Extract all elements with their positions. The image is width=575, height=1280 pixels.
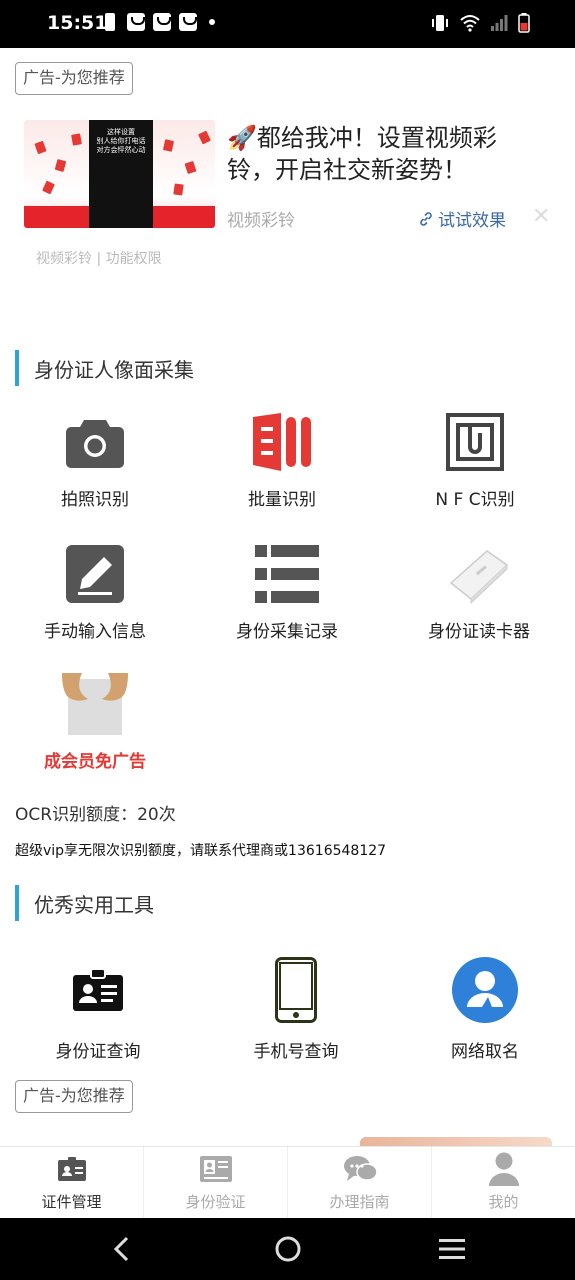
- bag-icon: [153, 13, 171, 31]
- grid-item-label: 身份采集记录: [236, 622, 338, 642]
- ad-image-caption: 这样设置 别人给你打电话 对方会怦然心动: [96, 128, 146, 154]
- status-time: 15:51: [47, 12, 108, 34]
- grid-item-nfc-recognition[interactable]: N F C识别: [380, 411, 570, 510]
- bag-icon: [179, 13, 197, 31]
- grid-item-label: 身份证查询: [55, 1042, 141, 1062]
- ad-image[interactable]: 这样设置 别人给你打电话 对方会怦然心动: [24, 120, 215, 228]
- ad-meta: 视频彩铃 | 功能权限: [36, 251, 162, 267]
- back-icon[interactable]: [110, 1235, 134, 1263]
- red-envelope-icon: [71, 133, 82, 146]
- red-envelope-icon: [34, 140, 47, 155]
- grid-item-label: 批量识别: [248, 490, 316, 510]
- wifi-icon: [460, 15, 480, 32]
- id-card-icon: [73, 969, 123, 1011]
- alert-icon: [105, 13, 115, 31]
- ad-phone-mockup: 这样设置 别人给你打电话 对方会怦然心动: [89, 120, 153, 228]
- grid-item-label: 手动输入信息: [44, 622, 146, 642]
- batch-icon: [253, 413, 311, 471]
- section-title: 优秀实用工具: [34, 892, 154, 917]
- bottom-tab-bar: 证件管理 身份验证 办理指南 我的: [0, 1146, 575, 1218]
- grid-item-label: N F C识别: [435, 490, 515, 510]
- tab-label: 证件管理: [41, 1193, 102, 1211]
- notification-icons: [105, 13, 215, 31]
- system-nav-bar: [0, 1218, 575, 1280]
- bag-icon: [127, 13, 145, 31]
- tab-document-management[interactable]: 证件管理: [0, 1147, 144, 1218]
- red-envelope-icon: [162, 139, 175, 152]
- phone-icon: [275, 957, 317, 1023]
- user-circle-icon: [452, 957, 518, 1023]
- grid-item-label: 成会员免广告: [44, 752, 146, 772]
- section-accent-bar: [15, 885, 19, 921]
- more-dot-icon: [209, 19, 215, 25]
- signal-icon: [491, 15, 508, 31]
- tab-label: 办理指南: [329, 1193, 390, 1211]
- red-envelope-icon: [198, 130, 211, 145]
- document-icon: [57, 1157, 86, 1181]
- grid-item-id-query[interactable]: 身份证查询: [3, 959, 193, 1062]
- section-accent-bar: [15, 350, 19, 386]
- ad-try-link[interactable]: 试试效果: [418, 206, 506, 231]
- section-header-tools: 优秀实用工具: [15, 885, 154, 921]
- grid-item-vip-no-ads[interactable]: 成会员免广告: [0, 673, 190, 772]
- nfc-icon: [446, 413, 504, 471]
- edit-icon: [66, 545, 124, 603]
- grid-item-label: 身份证读卡器: [428, 622, 530, 642]
- recents-menu-icon[interactable]: [438, 1237, 466, 1261]
- grid-item-batch-recognition[interactable]: 批量识别: [187, 411, 377, 510]
- tab-label: 我的: [488, 1193, 519, 1211]
- grid-item-label: 手机号查询: [253, 1042, 339, 1062]
- ad-tag: 广告-为您推荐: [15, 1080, 133, 1113]
- tab-label: 身份验证: [185, 1193, 246, 1211]
- id-verify-icon: [199, 1156, 232, 1182]
- card-reader-icon: [449, 550, 509, 605]
- grid-item-card-reader[interactable]: 身份证读卡器: [384, 543, 574, 642]
- ad-link-label: 试试效果: [438, 211, 506, 231]
- profile-icon: [488, 1152, 519, 1186]
- red-envelope-icon: [54, 159, 67, 172]
- grid-item-capture-records[interactable]: 身份采集记录: [192, 543, 382, 642]
- grid-item-photo-recognition[interactable]: 拍照识别: [0, 411, 190, 510]
- grid-item-manual-input[interactable]: 手动输入信息: [0, 543, 190, 642]
- camera-icon: [66, 420, 124, 468]
- grid-item-label: 拍照识别: [61, 490, 129, 510]
- list-icon: [255, 545, 319, 603]
- grid-item-phone-query[interactable]: 手机号查询: [201, 957, 391, 1062]
- ad-close-icon[interactable]: ✕: [532, 204, 550, 229]
- tab-mine[interactable]: 我的: [432, 1147, 575, 1218]
- grid-item-online-naming[interactable]: 网络取名: [390, 957, 575, 1062]
- tab-guide[interactable]: 办理指南: [288, 1147, 432, 1218]
- battery-icon: [518, 13, 530, 33]
- ad-subtitle: 视频彩铃: [227, 211, 295, 231]
- ad-title[interactable]: 🚀都给我冲！设置视频彩铃，开启社交新姿势！: [227, 122, 527, 186]
- link-icon: [420, 211, 432, 226]
- red-envelope-icon: [42, 180, 55, 195]
- vip-noad-icon: [62, 673, 128, 735]
- section-title: 身份证人像面采集: [34, 357, 194, 382]
- ocr-quota-text: OCR识别额度：20次: [15, 805, 176, 825]
- chat-icon: [343, 1156, 377, 1181]
- ad-image[interactable]: [360, 1137, 552, 1146]
- vip-note-text: 超级vip享无限次识别额度，请联系代理商或13616548127: [15, 843, 387, 859]
- red-envelope-icon: [173, 183, 184, 196]
- vibrate-icon: [432, 15, 448, 31]
- tab-identity-verify[interactable]: 身份验证: [144, 1147, 288, 1218]
- red-envelope-icon: [184, 160, 197, 175]
- system-status-icons: [430, 13, 530, 33]
- home-icon[interactable]: [274, 1235, 302, 1263]
- grid-item-label: 网络取名: [451, 1042, 519, 1062]
- ad-tag: 广告-为您推荐: [15, 62, 133, 95]
- status-bar: 15:51: [0, 0, 575, 48]
- section-header-id-capture: 身份证人像面采集: [15, 350, 194, 386]
